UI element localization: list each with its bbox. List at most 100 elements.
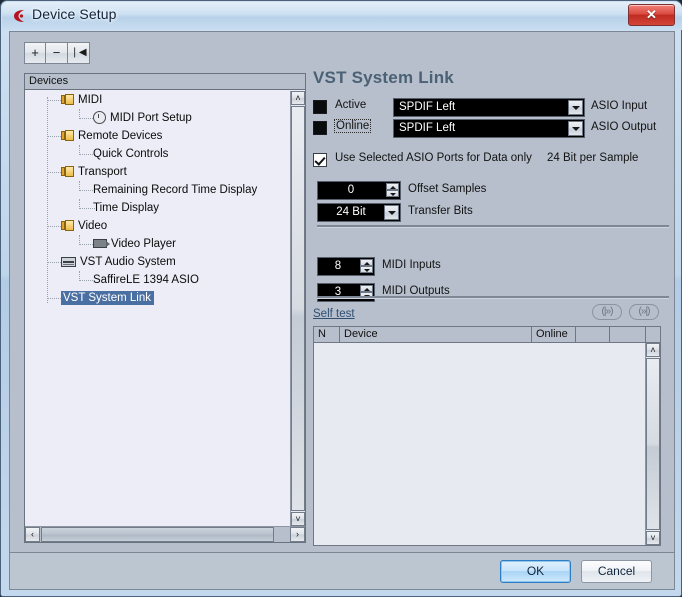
- tree-item[interactable]: Video: [25, 217, 290, 235]
- self-test-send-button[interactable]: (|››): [592, 304, 622, 320]
- video-camera-icon: [93, 239, 110, 249]
- online-checkbox[interactable]: [313, 121, 327, 135]
- midi-inputs-value: 8: [334, 260, 342, 272]
- midi-inputs-row: 8 MIDI Inputs: [313, 257, 671, 277]
- tree-item-label: Remote Devices: [78, 130, 163, 142]
- chevron-left-icon: ‹: [31, 529, 34, 539]
- chevron-up-icon: ˄: [650, 345, 656, 355]
- tree-item[interactable]: Video Player: [25, 235, 290, 253]
- bit-per-sample-label: 24 Bit per Sample: [547, 152, 639, 164]
- tree-item[interactable]: Transport: [25, 163, 290, 181]
- midi-outputs-row: 3 MIDI Outputs: [313, 283, 671, 303]
- tree-item[interactable]: MIDI: [25, 91, 290, 109]
- tree-hscroll-thumb[interactable]: [41, 527, 274, 542]
- midi-inputs-stepper[interactable]: [360, 259, 373, 274]
- active-checkbox[interactable]: [313, 100, 327, 114]
- device-toolbar: + − ❘◀: [24, 42, 90, 64]
- tree-item[interactable]: Time Display: [25, 199, 290, 217]
- active-label: Active: [335, 99, 367, 111]
- tree-item[interactable]: MIDI Port Setup: [25, 109, 290, 127]
- reset-device-button[interactable]: ❘◀: [68, 42, 90, 64]
- self-test-link[interactable]: Self test: [313, 308, 355, 320]
- asio-output-label: ASIO Output: [591, 121, 657, 133]
- stepper-up-icon[interactable]: [360, 259, 373, 266]
- tree-scroll-up-button[interactable]: ˄: [291, 91, 305, 105]
- offset-samples-stepper[interactable]: [386, 183, 399, 198]
- tree-item[interactable]: Quick Controls: [25, 145, 290, 163]
- midi-outputs-field[interactable]: 3: [317, 283, 375, 302]
- chevron-down-icon[interactable]: [568, 121, 583, 136]
- asio-input-label: ASIO Input: [591, 100, 648, 112]
- column-header-n[interactable]: N: [314, 327, 340, 342]
- stepper-down-icon[interactable]: [360, 266, 373, 273]
- devices-tree[interactable]: MIDI MIDI Port Setup Remote Devices Quick C…: [25, 91, 290, 526]
- tree-item-label: Video: [78, 220, 108, 232]
- tree-scroll-right-button[interactable]: ›: [290, 527, 305, 542]
- column-header-extra-2[interactable]: [610, 327, 646, 342]
- transfer-bits-dropdown[interactable]: 24 Bit: [317, 203, 401, 222]
- column-header-extra-1[interactable]: [576, 327, 610, 342]
- tree-scroll-left-button[interactable]: ‹: [25, 527, 40, 542]
- stepper-down-icon[interactable]: [386, 190, 399, 197]
- tree-item[interactable]: VST System Link: [25, 289, 290, 307]
- table-scroll-up-button[interactable]: ˄: [646, 343, 660, 357]
- tree-scroll-down-button[interactable]: ˅: [291, 512, 305, 526]
- add-device-button[interactable]: +: [24, 42, 46, 64]
- column-header-device[interactable]: Device: [340, 327, 532, 342]
- ok-button[interactable]: OK: [500, 560, 571, 583]
- chevron-right-icon: ›: [296, 529, 299, 539]
- cancel-button[interactable]: Cancel: [581, 560, 652, 583]
- folder-icon: [61, 130, 74, 142]
- midi-inputs-field[interactable]: 8: [317, 257, 375, 276]
- tree-item-label: Time Display: [93, 202, 160, 214]
- folder-icon: [61, 166, 74, 178]
- chevron-down-icon[interactable]: [384, 205, 399, 220]
- asio-output-dropdown[interactable]: SPDIF Left: [393, 119, 585, 138]
- active-row: Active SPDIF Left ASIO Input: [313, 98, 671, 118]
- tree-item[interactable]: Remaining Record Time Display: [25, 181, 290, 199]
- system-link-device-table: N Device Online ˄ ˅: [313, 326, 661, 546]
- device-table-header: N Device Online: [314, 327, 660, 343]
- chevron-down-icon[interactable]: [568, 100, 583, 115]
- tree-item[interactable]: Remote Devices: [25, 127, 290, 145]
- window-title: Device Setup: [32, 6, 117, 22]
- self-test-receive-button[interactable]: (››|): [629, 304, 659, 320]
- tree-connector-vertical: [79, 145, 81, 155]
- tree-scroll-thumb[interactable]: [291, 106, 305, 511]
- audio-device-icon: [61, 256, 76, 267]
- folder-icon: [61, 94, 74, 106]
- tree-connector-vertical: [79, 235, 81, 245]
- remove-device-button[interactable]: −: [46, 42, 68, 64]
- table-scroll-down-button[interactable]: ˅: [646, 531, 660, 545]
- tree-item[interactable]: SaffireLE 1394 ASIO: [25, 271, 290, 289]
- offset-samples-field[interactable]: 0: [317, 181, 401, 200]
- table-scroll-thumb[interactable]: [646, 358, 660, 530]
- asio-output-value: SPDIF Left: [399, 122, 456, 134]
- tree-item-label: SaffireLE 1394 ASIO: [93, 274, 199, 286]
- column-header-online[interactable]: Online: [532, 327, 576, 342]
- tree-connector-vertical: [79, 199, 81, 209]
- transfer-bits-value: 24 Bit: [336, 206, 366, 218]
- transfer-bits-row: 24 Bit Transfer Bits: [313, 203, 671, 223]
- tree-connector-vertical: [79, 181, 81, 191]
- device-table-scrollbar[interactable]: ˄ ˅: [645, 343, 660, 545]
- chevron-down-icon: ˅: [650, 533, 656, 543]
- tree-vertical-scrollbar[interactable]: ˄ ˅: [290, 91, 305, 526]
- tree-item-label: VST System Link: [61, 291, 154, 305]
- use-asio-ports-data-only-checkbox[interactable]: [313, 153, 327, 167]
- use-asio-ports-data-only-label: Use Selected ASIO Ports for Data only: [335, 152, 532, 164]
- tree-horizontal-scrollbar[interactable]: ‹ ›: [25, 526, 305, 542]
- stepper-up-icon[interactable]: [360, 285, 373, 292]
- stepper-up-icon[interactable]: [386, 183, 399, 190]
- online-row: Online SPDIF Left ASIO Output: [313, 119, 671, 139]
- tree-connector-vertical: [79, 109, 81, 119]
- steinberg-logo-icon: [11, 8, 27, 24]
- page-title: VST System Link: [313, 68, 454, 87]
- device-table-rows[interactable]: [314, 343, 645, 545]
- tree-item[interactable]: VST Audio System: [25, 253, 290, 271]
- close-button[interactable]: ✕: [628, 4, 675, 26]
- chevron-up-icon: ˄: [295, 93, 301, 103]
- device-setup-window: Device Setup ✕ + − ❘◀ Devices MIDI MIDI Por…: [0, 0, 682, 597]
- asio-input-dropdown[interactable]: SPDIF Left: [393, 98, 585, 117]
- asio-input-value: SPDIF Left: [399, 101, 456, 113]
